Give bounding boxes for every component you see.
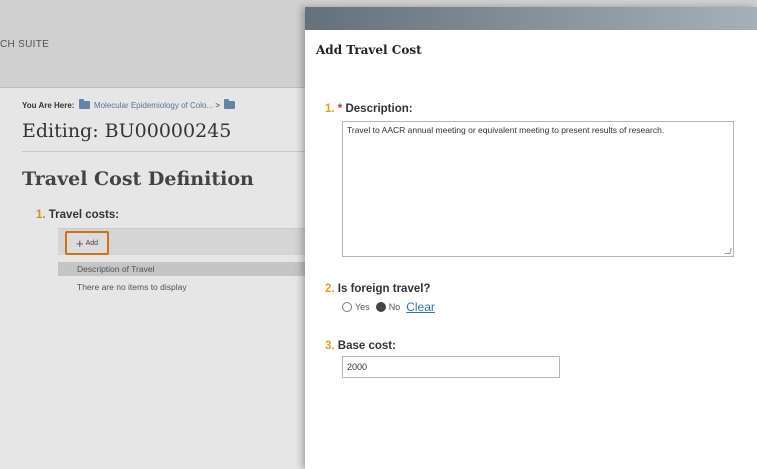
resize-grip-icon[interactable] xyxy=(724,248,732,254)
dialog-title: Add Travel Cost xyxy=(316,43,422,57)
base-cost-input[interactable] xyxy=(342,356,560,378)
question-label: Description: xyxy=(345,103,413,115)
foreign-travel-question: 2. Is foreign travel? xyxy=(325,283,430,295)
question-label: Is foreign travel? xyxy=(337,283,431,295)
dialog-titlebar[interactable] xyxy=(305,7,757,30)
question-number: 1. xyxy=(325,103,335,115)
clear-link[interactable]: Clear xyxy=(406,300,435,314)
question-label: Base cost: xyxy=(337,340,396,352)
base-cost-question: 3. Base cost: xyxy=(325,340,396,352)
required-marker: * xyxy=(337,103,343,115)
description-value: Travel to AACR annual meeting or equival… xyxy=(347,125,665,135)
description-textarea[interactable]: Travel to AACR annual meeting or equival… xyxy=(342,121,734,257)
question-number: 2. xyxy=(325,283,335,295)
radio-yes[interactable] xyxy=(342,302,352,312)
foreign-travel-options: Yes No Clear xyxy=(342,300,435,314)
radio-yes-label[interactable]: Yes xyxy=(355,302,370,312)
radio-no-label[interactable]: No xyxy=(389,302,401,312)
add-travel-cost-dialog: Add Travel Cost 1. * Description: Travel… xyxy=(305,7,757,469)
question-number: 3. xyxy=(325,340,335,352)
radio-no[interactable] xyxy=(375,302,386,312)
description-question: 1. * Description: xyxy=(325,103,413,115)
